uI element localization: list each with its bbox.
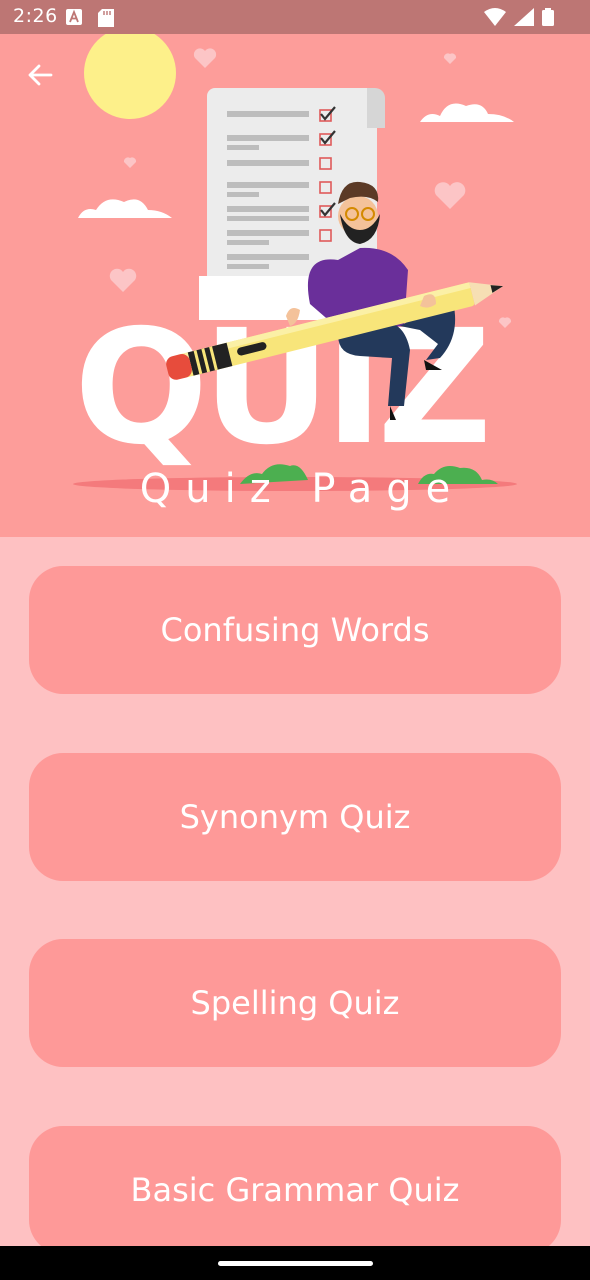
status-bar: 2:26 [0, 0, 590, 34]
header-banner: QUIZ Quiz Page [0, 34, 590, 537]
home-gesture-handle[interactable] [218, 1261, 373, 1266]
page-title: Quiz Page [139, 466, 465, 512]
quiz-button-spelling-quiz[interactable]: Spelling Quiz [29, 939, 561, 1067]
sd-card-icon [98, 9, 114, 27]
arrow-left-icon [28, 64, 53, 86]
quiz-button-confusing-words[interactable]: Confusing Words [29, 566, 561, 694]
font-download-icon [66, 9, 82, 25]
wifi-icon [484, 8, 506, 26]
battery-icon [542, 8, 554, 26]
quiz-list: Confusing Words Synonym Quiz Spelling Qu… [0, 537, 590, 1246]
quiz-button-synonym-quiz[interactable]: Synonym Quiz [29, 753, 561, 881]
sun-icon [84, 34, 176, 119]
status-time: 2:26 [13, 5, 58, 27]
navigation-bar [0, 1246, 590, 1280]
quiz-illustration: QUIZ [73, 34, 517, 491]
back-button[interactable] [20, 58, 60, 92]
signal-icon [514, 8, 534, 26]
quiz-button-basic-grammar-quiz[interactable]: Basic Grammar Quiz [29, 1126, 561, 1246]
